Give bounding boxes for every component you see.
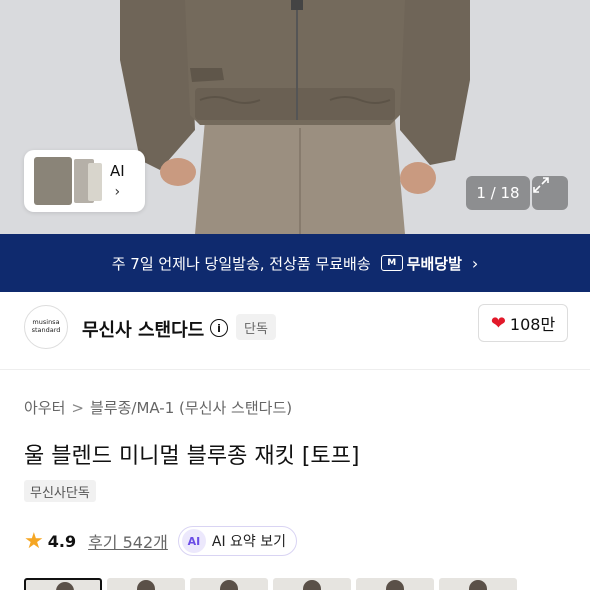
thumbnail[interactable]: [356, 578, 434, 590]
image-counter: 1 / 18: [466, 176, 530, 210]
ai-thumbnails: [30, 155, 102, 207]
shipping-banner-text: 주 7일 언제나 당일발송, 전상품 무료배송: [111, 254, 371, 273]
thumbnail-strip: [24, 578, 590, 590]
breadcrumb-item-outer[interactable]: 아우터: [24, 397, 65, 418]
delivery-brand-label: 무배당발: [406, 254, 462, 273]
rating-score: 4.9: [47, 531, 77, 551]
brand-logo[interactable]: musinsa standard: [24, 305, 68, 349]
truck-badge-icon: M: [380, 255, 403, 271]
ai-card-label: AI: [110, 162, 125, 180]
chevron-right-icon: ›: [471, 253, 479, 273]
thumbnail[interactable]: [439, 578, 517, 590]
delivery-brand: M 무배당발: [380, 253, 462, 274]
breadcrumb-item-category[interactable]: 블루종/MA-1 (무신사 스탠다드): [90, 397, 292, 418]
breadcrumb-separator: >: [71, 398, 84, 417]
heart-icon: ❤: [490, 312, 506, 334]
expand-icon[interactable]: [532, 176, 568, 210]
thumbnail[interactable]: [190, 578, 268, 590]
exclusive-tag: 단독: [236, 314, 276, 340]
rating-row: ★ 4.9 후기 542개 AI AI 요약 보기: [24, 526, 298, 556]
brand-row: musinsa standard 무신사 스탠다드 i 단독 ❤ 108만: [0, 292, 590, 370]
thumbnail[interactable]: [24, 578, 102, 590]
product-hero-image[interactable]: AI › 1 / 18: [0, 0, 590, 234]
ai-similar-items-card[interactable]: AI ›: [24, 150, 145, 212]
expand-arrows-icon: [533, 177, 549, 193]
ai-summary-label: AI 요약 보기: [211, 534, 287, 550]
reviews-link[interactable]: 후기 542개: [88, 529, 168, 553]
brand-name[interactable]: 무신사 스탠다드: [82, 316, 204, 342]
exclusive-badge: 무신사단독: [24, 480, 96, 502]
thumbnail[interactable]: [273, 578, 351, 590]
shipping-banner[interactable]: 주 7일 언제나 당일발송, 전상품 무료배송 M 무배당발 ›: [0, 234, 590, 292]
star-icon: ★: [24, 528, 44, 554]
like-count: 108만: [509, 315, 556, 334]
ai-summary-button[interactable]: AI AI 요약 보기: [177, 526, 298, 556]
breadcrumb: 아우터 > 블루종/MA-1 (무신사 스탠다드): [24, 397, 292, 418]
thumbnail[interactable]: [107, 578, 185, 590]
product-title: 울 블렌드 미니멀 블루종 재킷 [토프]: [24, 444, 360, 469]
ai-icon: AI: [181, 529, 206, 553]
info-icon[interactable]: i: [210, 319, 228, 337]
like-button[interactable]: ❤ 108만: [478, 304, 568, 342]
chevron-right-icon: ›: [114, 184, 121, 200]
